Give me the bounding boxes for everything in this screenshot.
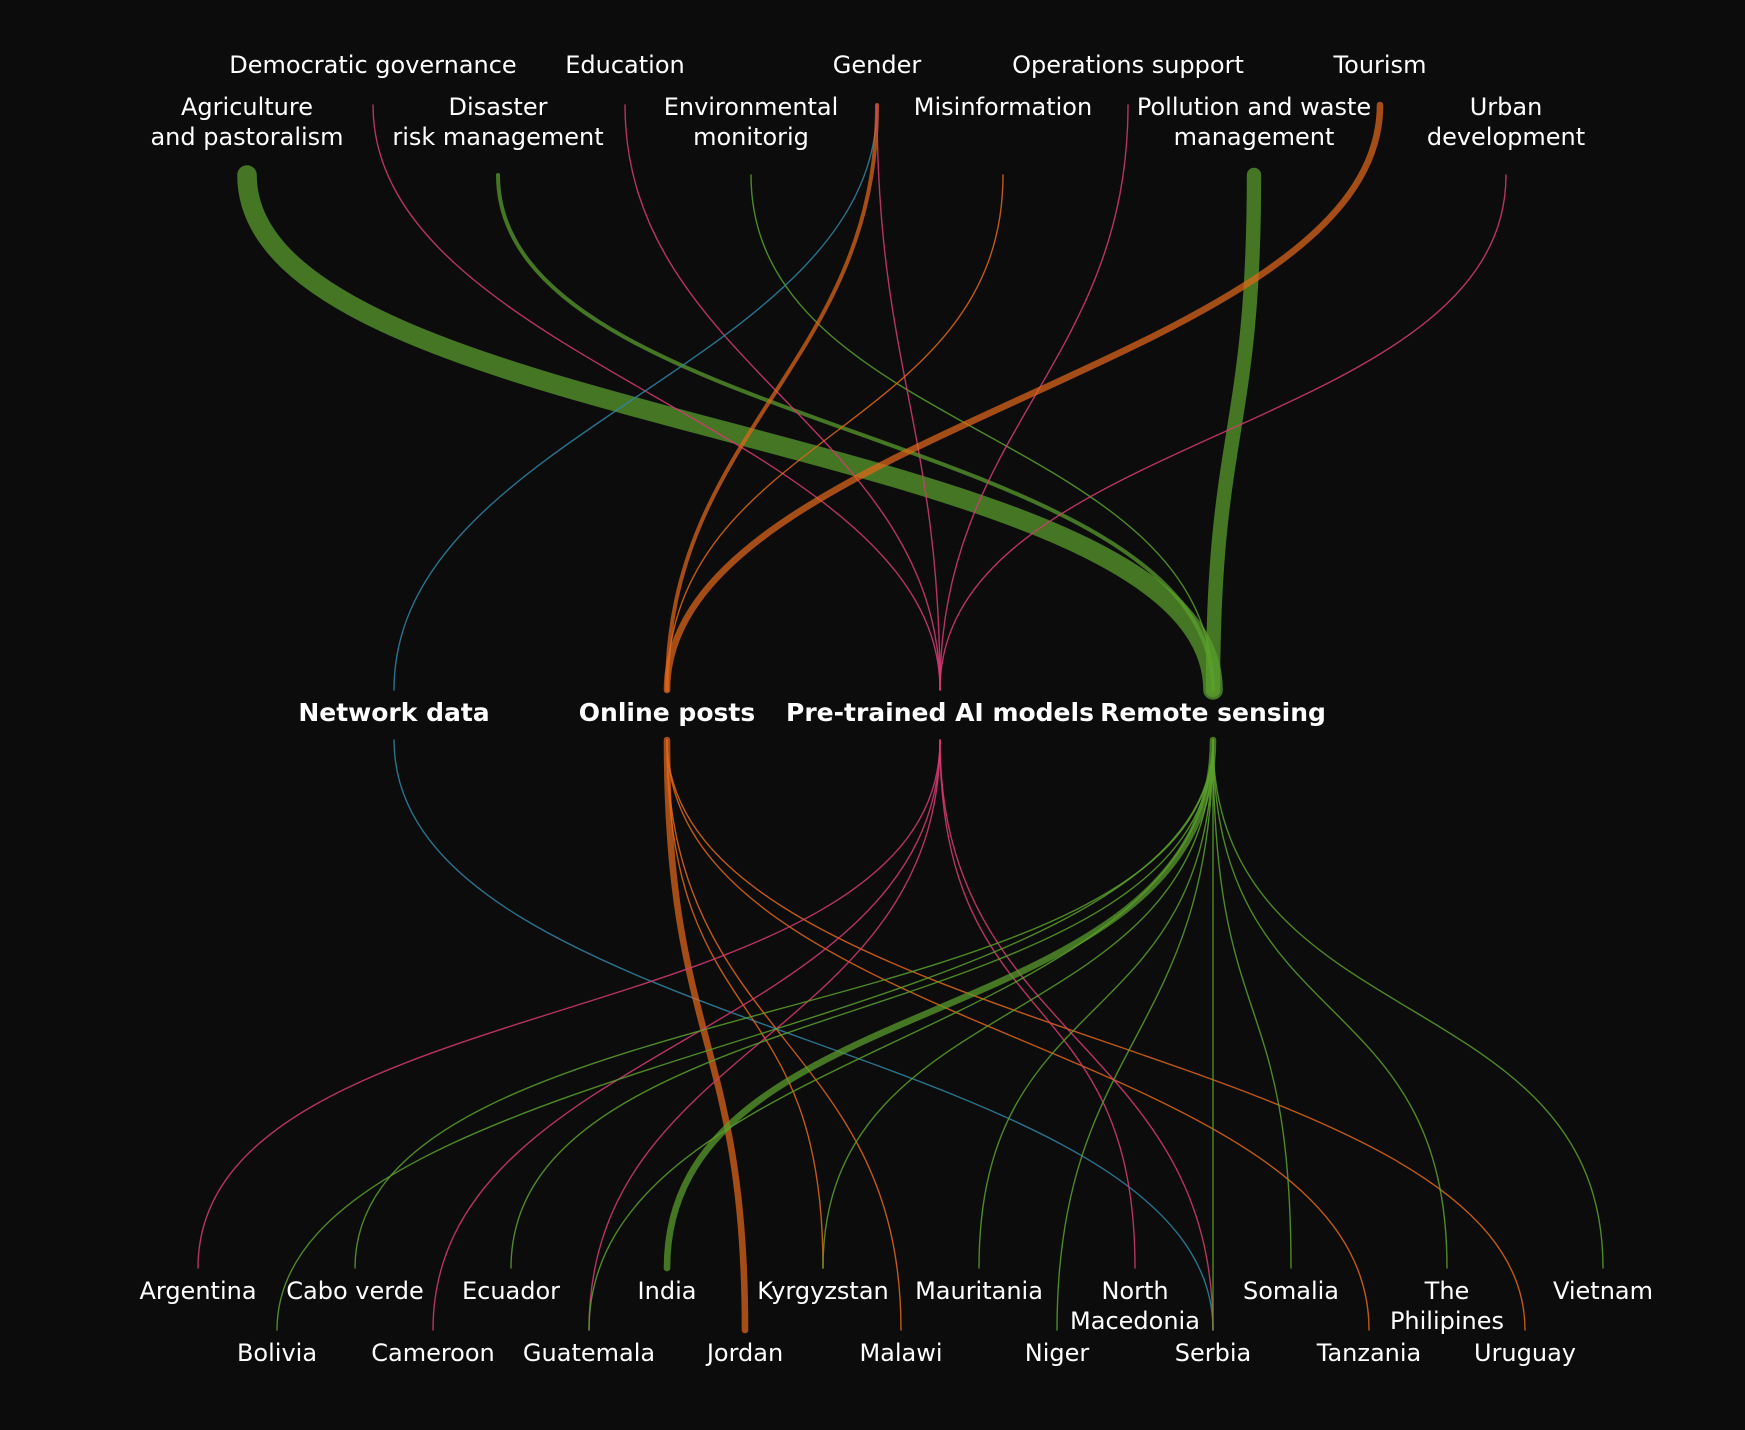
topic-label-misinfo-line: Misinformation (914, 93, 1092, 121)
topic-label-ops: Operations support (1012, 51, 1244, 79)
topic-label-ops-line: Operations support (1012, 51, 1244, 79)
topic-label-tourism-line: Tourism (1333, 51, 1427, 79)
country-label-tanzania-line: Tanzania (1316, 1339, 1422, 1367)
country-label-philippines-line: Philipines (1390, 1307, 1504, 1335)
country-label-argentina-line: Argentina (139, 1277, 256, 1305)
country-label-malawi: Malawi (859, 1339, 942, 1367)
country-label-jordan: Jordan (705, 1339, 783, 1367)
country-label-philippines-line: The (1424, 1277, 1470, 1305)
country-label-bolivia-line: Bolivia (237, 1339, 317, 1367)
topic-label-edu: Education (565, 51, 684, 79)
topic-label-misinfo: Misinformation (914, 93, 1092, 121)
country-label-guatemala: Guatemala (523, 1339, 655, 1367)
country-label-northmacedonia-line: Macedonia (1070, 1307, 1200, 1335)
topic-label-edu-line: Education (565, 51, 684, 79)
topic-label-gender-line: Gender (833, 51, 922, 79)
country-label-northmacedonia-line: North (1101, 1277, 1168, 1305)
country-label-india-line: India (638, 1277, 697, 1305)
country-label-serbia: Serbia (1175, 1339, 1251, 1367)
country-label-uruguay-line: Uruguay (1474, 1339, 1576, 1367)
country-label-niger: Niger (1025, 1339, 1090, 1367)
country-label-guatemala-line: Guatemala (523, 1339, 655, 1367)
topic-label-demgov-line: Democratic governance (229, 51, 516, 79)
source-label-ai: Pre-trained AI models (786, 698, 1094, 727)
country-label-kyrgyzstan-line: Kyrgyzstan (757, 1277, 889, 1305)
topic-label-pollution-line: Pollution and waste (1137, 93, 1371, 121)
country-label-ecuador: Ecuador (462, 1277, 560, 1305)
topic-label-demgov: Democratic governance (229, 51, 516, 79)
country-label-mauritania-line: Mauritania (915, 1277, 1043, 1305)
topic-label-env-line: Environmental (664, 93, 839, 121)
country-label-malawi-line: Malawi (859, 1339, 942, 1367)
country-label-tanzania: Tanzania (1316, 1339, 1422, 1367)
country-label-jordan-line: Jordan (705, 1339, 783, 1367)
topic-label-drm-line: Disaster (449, 93, 548, 121)
country-label-serbia-line: Serbia (1175, 1339, 1251, 1367)
topic-label-pollution-line: management (1174, 123, 1335, 151)
country-label-somalia: Somalia (1243, 1277, 1339, 1305)
topic-label-urban-line: development (1427, 123, 1585, 151)
topic-label-drm-line: risk management (392, 123, 603, 151)
source-label-online: Online posts (579, 698, 755, 727)
country-label-india: India (638, 1277, 697, 1305)
country-label-bolivia: Bolivia (237, 1339, 317, 1367)
country-label-uruguay: Uruguay (1474, 1339, 1576, 1367)
source-label-remote: Remote sensing (1100, 698, 1326, 727)
country-label-argentina: Argentina (139, 1277, 256, 1305)
topic-label-tourism: Tourism (1333, 51, 1427, 79)
country-label-vietnam-line: Vietnam (1553, 1277, 1653, 1305)
country-label-niger-line: Niger (1025, 1339, 1090, 1367)
flow-diagram: Agriculture and pastoralism Democratic gov… (0, 0, 1745, 1430)
country-label-somalia-line: Somalia (1243, 1277, 1339, 1305)
topic-label-agri-line: Agriculture (181, 93, 313, 121)
topic-label-urban-line: Urban (1470, 93, 1543, 121)
country-label-mauritania: Mauritania (915, 1277, 1043, 1305)
country-label-caboverde: Cabo verde (286, 1277, 423, 1305)
country-label-kyrgyzstan: Kyrgyzstan (757, 1277, 889, 1305)
country-label-cameroon-line: Cameroon (371, 1339, 495, 1367)
topic-label-env-line: monitorig (693, 123, 809, 151)
source-label-network: Network data (298, 698, 489, 727)
country-label-ecuador-line: Ecuador (462, 1277, 560, 1305)
topic-label-gender: Gender (833, 51, 922, 79)
country-label-vietnam: Vietnam (1553, 1277, 1653, 1305)
topic-label-agri-line: and pastoralism (150, 123, 343, 151)
country-label-caboverde-line: Cabo verde (286, 1277, 423, 1305)
country-label-cameroon: Cameroon (371, 1339, 495, 1367)
